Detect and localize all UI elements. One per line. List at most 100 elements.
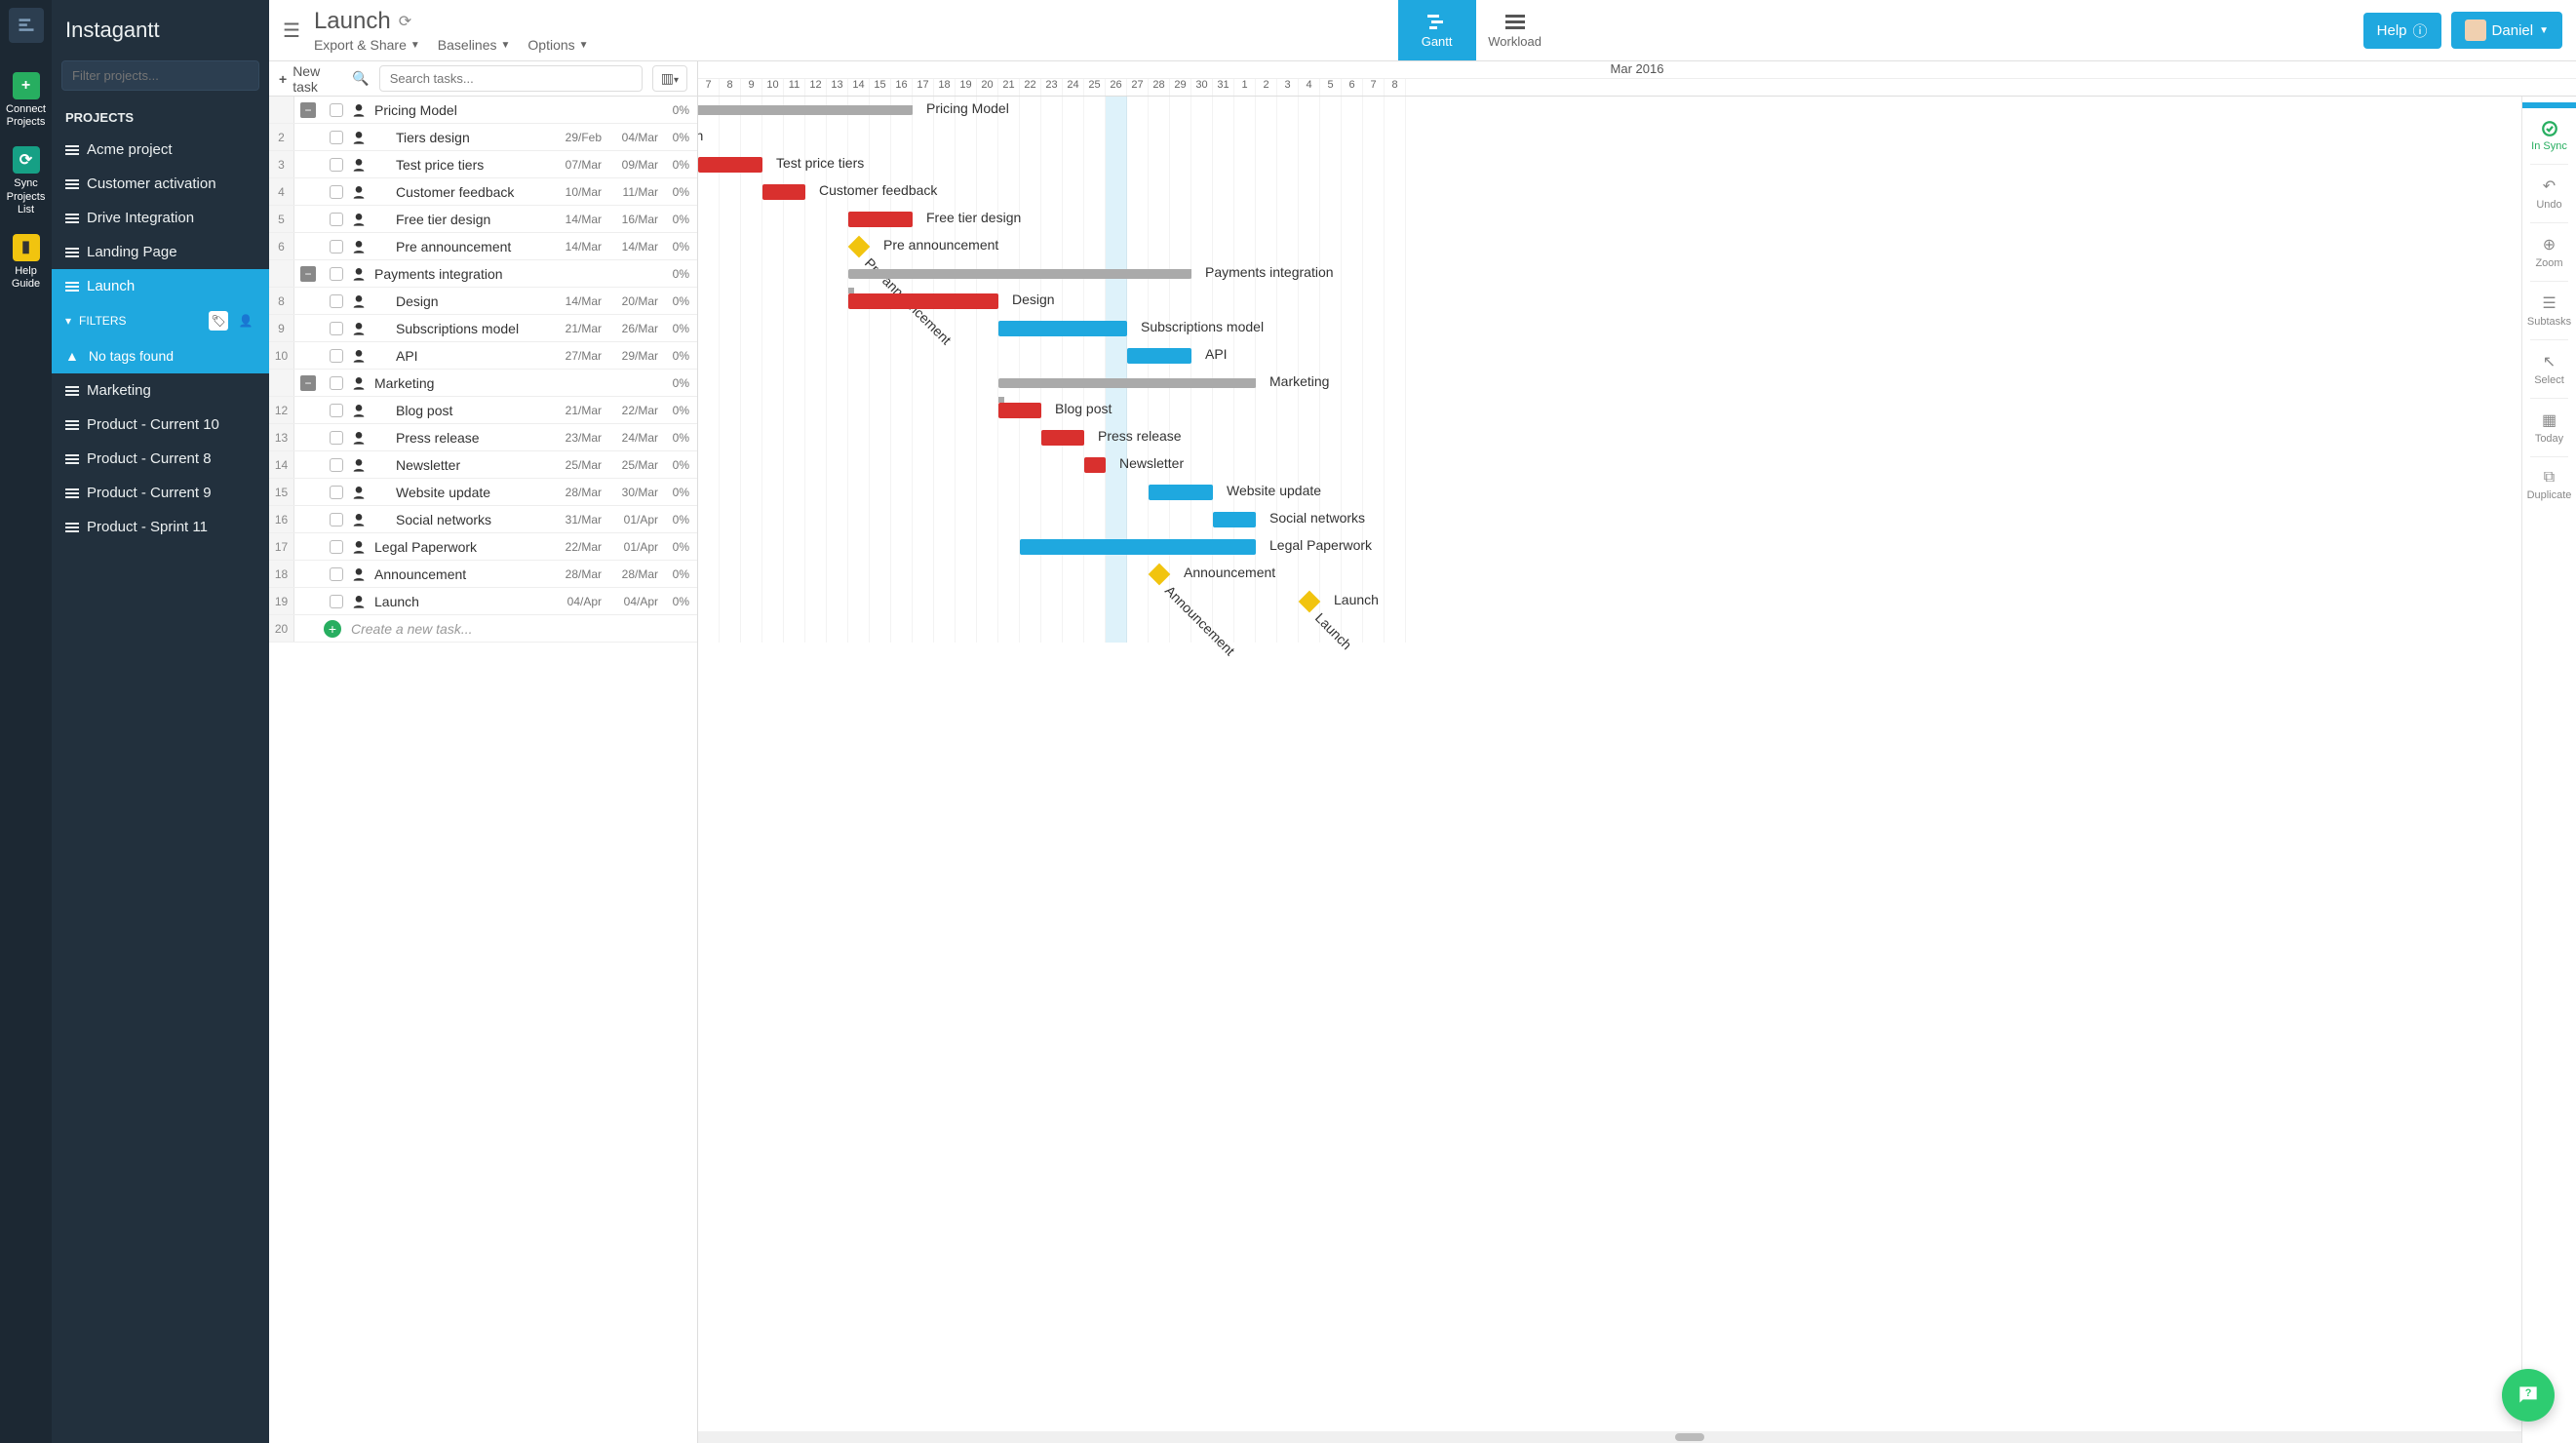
gantt-bar[interactable] <box>848 293 998 309</box>
task-row[interactable]: −Marketing0% <box>269 370 697 397</box>
today-button[interactable]: ▦Today <box>2522 403 2576 452</box>
task-row[interactable]: 10API27/Mar29/Mar0% <box>269 342 697 370</box>
milestone-diamond[interactable]: Announcement <box>1149 564 1171 586</box>
duplicate-button[interactable]: ⧉Duplicate <box>2522 461 2576 509</box>
task-checkbox[interactable] <box>330 431 343 445</box>
task-checkbox[interactable] <box>330 595 343 608</box>
assignee-icon[interactable] <box>351 403 367 418</box>
task-row[interactable]: 13Press release23/Mar24/Mar0% <box>269 424 697 451</box>
task-row[interactable]: 20+Create a new task... <box>269 615 697 643</box>
gantt-row[interactable]: Press release <box>698 424 2576 451</box>
collapse-toggle[interactable]: − <box>300 266 316 282</box>
gantt-bar[interactable] <box>998 321 1127 336</box>
gantt-bar[interactable] <box>1020 539 1256 555</box>
assignee-icon[interactable] <box>351 266 367 282</box>
assignee-icon[interactable] <box>351 430 367 446</box>
task-checkbox[interactable] <box>330 240 343 254</box>
task-checkbox[interactable] <box>330 185 343 199</box>
gantt-row[interactable]: Design <box>698 288 2576 315</box>
sidebar-project-item[interactable]: Customer activation <box>52 167 269 201</box>
gantt-row[interactable]: Test price tiers <box>698 151 2576 178</box>
task-checkbox[interactable] <box>330 158 343 172</box>
baselines-menu[interactable]: Baselines▼ <box>438 37 511 53</box>
sidebar-project-item[interactable]: Acme project <box>52 133 269 167</box>
search-tasks-input[interactable] <box>379 65 643 92</box>
assignee-icon[interactable] <box>351 212 367 227</box>
assignee-icon[interactable] <box>351 157 367 173</box>
assignee-icon[interactable] <box>351 239 367 254</box>
assignee-icon[interactable] <box>351 566 367 582</box>
task-row[interactable]: 17Legal Paperwork22/Mar01/Apr0% <box>269 533 697 561</box>
task-row[interactable]: 4Customer feedback10/Mar11/Mar0% <box>269 178 697 206</box>
filter-projects-input[interactable] <box>61 60 259 91</box>
sidebar-project-item[interactable]: Marketing <box>52 373 269 408</box>
assignee-icon[interactable] <box>351 184 367 200</box>
task-row[interactable]: 9Subscriptions model21/Mar26/Mar0% <box>269 315 697 342</box>
zoom-button[interactable]: ⊕Zoom <box>2522 227 2576 277</box>
task-checkbox[interactable] <box>330 322 343 335</box>
assignee-icon[interactable] <box>351 594 367 609</box>
add-circle-icon[interactable]: + <box>324 620 341 638</box>
tab-workload[interactable]: Workload <box>1476 0 1554 60</box>
collapse-toggle[interactable]: − <box>300 375 316 391</box>
gantt-bar[interactable] <box>1041 430 1084 446</box>
gantt-row[interactable]: Subscriptions model <box>698 315 2576 342</box>
sidebar-project-item[interactable]: Product - Sprint 11 <box>52 510 269 544</box>
sidebar-project-item[interactable]: Product - Current 10 <box>52 408 269 442</box>
gantt-row[interactable]: Marketing <box>698 370 2576 397</box>
gantt-bar[interactable] <box>1084 457 1106 473</box>
task-checkbox[interactable] <box>330 213 343 226</box>
scrollbar-thumb[interactable] <box>1675 1433 1704 1441</box>
user-menu-button[interactable]: Daniel▼ <box>2451 12 2562 49</box>
search-icon[interactable]: 🔍 <box>352 70 369 87</box>
gantt-chart[interactable]: Mar 2016 7891011121314151617181920212223… <box>698 61 2576 1443</box>
task-row[interactable]: 3Test price tiers07/Mar09/Mar0% <box>269 151 697 178</box>
gantt-bar[interactable] <box>698 157 762 173</box>
help-guide-button[interactable]: ▮ Help Guide <box>7 234 46 291</box>
hamburger-icon[interactable]: ☰ <box>283 19 300 43</box>
subtasks-button[interactable]: ☰Subtasks <box>2522 286 2576 335</box>
filters-row[interactable]: ▾FILTERS🏷👤 <box>52 303 269 338</box>
task-row[interactable]: 5Free tier design14/Mar16/Mar0% <box>269 206 697 233</box>
task-row[interactable]: 19Launch04/Apr04/Apr0% <box>269 588 697 615</box>
user-filter-icon[interactable]: 👤 <box>236 311 255 331</box>
collapse-toggle[interactable]: − <box>300 102 316 118</box>
gantt-bar[interactable] <box>698 105 913 115</box>
sidebar-project-item[interactable]: Product - Current 8 <box>52 442 269 476</box>
gantt-row[interactable]: Newsletter <box>698 451 2576 479</box>
gantt-row[interactable]: Website update <box>698 479 2576 506</box>
gantt-row[interactable] <box>698 615 2576 643</box>
gantt-row[interactable]: Social networks <box>698 506 2576 533</box>
task-checkbox[interactable] <box>330 540 343 554</box>
export-share-menu[interactable]: Export & Share▼ <box>314 37 420 53</box>
gantt-bar[interactable] <box>998 378 1256 388</box>
chat-fab[interactable]: ? <box>2502 1369 2555 1422</box>
assignee-icon[interactable] <box>351 321 367 336</box>
task-row[interactable]: 16Social networks31/Mar01/Apr0% <box>269 506 697 533</box>
task-checkbox[interactable] <box>330 103 343 117</box>
task-row[interactable]: 8Design14/Mar20/Mar0% <box>269 288 697 315</box>
milestone-diamond[interactable]: Launch <box>1299 591 1321 613</box>
milestone-diamond[interactable]: Pre announcement <box>848 236 871 258</box>
gantt-row[interactable]: AnnouncementAnnouncement <box>698 561 2576 588</box>
assignee-icon[interactable] <box>351 375 367 391</box>
task-row[interactable]: 18Announcement28/Mar28/Mar0% <box>269 561 697 588</box>
tab-gantt[interactable]: Gantt <box>1398 0 1476 60</box>
task-row[interactable]: 12Blog post21/Mar22/Mar0% <box>269 397 697 424</box>
sidebar-project-item[interactable]: Product - Current 9 <box>52 476 269 510</box>
assignee-icon[interactable] <box>351 348 367 364</box>
gantt-bar[interactable] <box>1127 348 1191 364</box>
refresh-icon[interactable]: ⟳ <box>399 12 411 31</box>
task-checkbox[interactable] <box>330 376 343 390</box>
task-checkbox[interactable] <box>330 131 343 144</box>
gantt-row[interactable]: Free tier design <box>698 206 2576 233</box>
task-checkbox[interactable] <box>330 513 343 526</box>
sync-status[interactable]: In Sync <box>2522 112 2576 160</box>
gantt-row[interactable]: Pricing Model <box>698 97 2576 124</box>
gantt-bar[interactable] <box>848 212 913 227</box>
task-row[interactable]: 14Newsletter25/Mar25/Mar0% <box>269 451 697 479</box>
task-checkbox[interactable] <box>330 267 343 281</box>
gantt-row[interactable]: Customer feedback <box>698 178 2576 206</box>
horizontal-scrollbar[interactable] <box>698 1431 2576 1443</box>
assignee-icon[interactable] <box>351 130 367 145</box>
